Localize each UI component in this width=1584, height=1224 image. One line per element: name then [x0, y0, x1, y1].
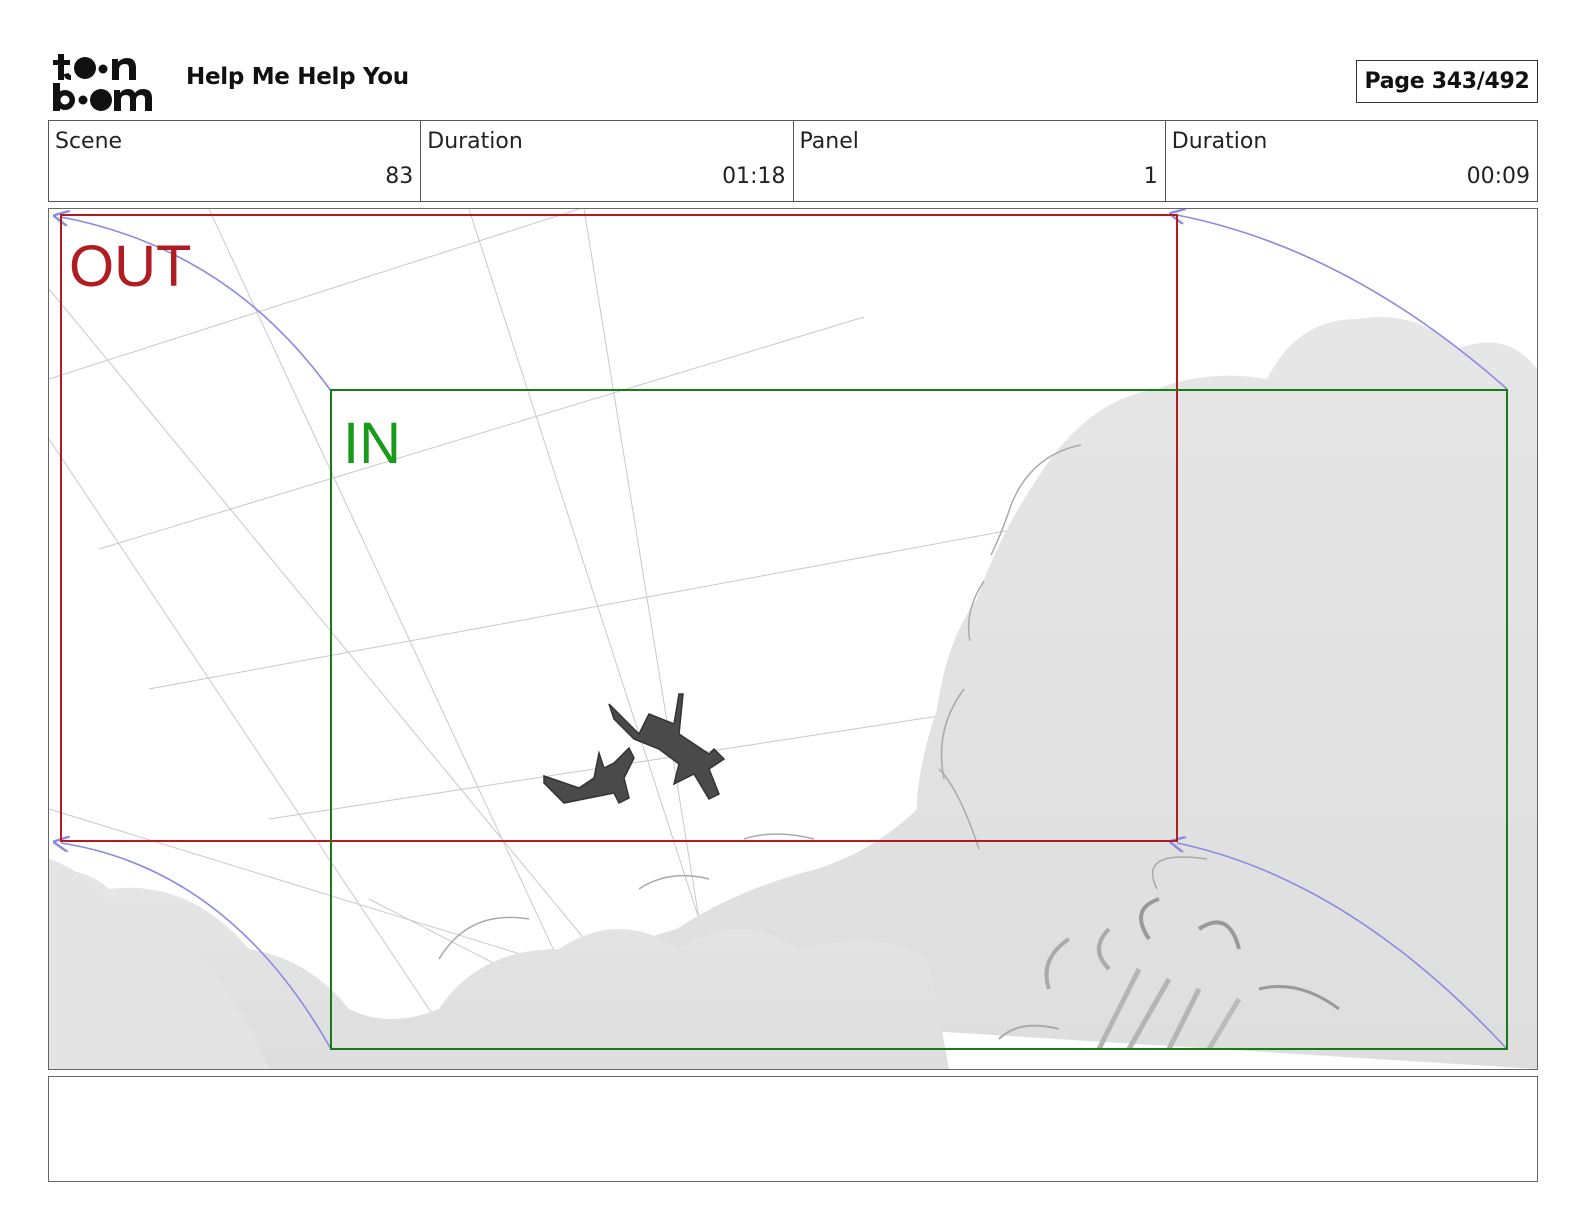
toon-boom-logo [52, 50, 164, 112]
panel-cell: Panel 1 [794, 121, 1166, 201]
scene-duration-value: 01:18 [722, 164, 786, 189]
panel-sketch: OUT IN [49, 209, 1537, 1069]
scene-info-table: Scene 83 Duration 01:18 Panel 1 Duration… [48, 120, 1538, 202]
scene-value: 83 [385, 164, 414, 189]
storyboard-page: Help Me Help You Page 343/492 Scene 83 D… [0, 0, 1584, 1224]
panel-duration-label: Duration [1171, 129, 1268, 154]
clouds [49, 317, 1537, 1069]
scene-cell: Scene 83 [49, 121, 422, 201]
falling-figures [543, 693, 726, 805]
panel-value: 1 [1143, 164, 1158, 189]
in-label: IN [343, 411, 401, 476]
out-label: OUT [69, 234, 191, 299]
storyboard-panel: OUT IN [48, 208, 1538, 1070]
scene-label: Scene [55, 129, 123, 154]
panel-notes [48, 1076, 1538, 1182]
page-number: Page 343/492 [1356, 60, 1538, 103]
scene-duration-label: Duration [427, 129, 523, 154]
scene-duration-cell: Duration 01:18 [421, 121, 794, 201]
panel-label: Panel [799, 129, 859, 154]
project-title: Help Me Help You [186, 64, 409, 90]
panel-duration-cell: Duration 00:09 [1166, 121, 1537, 201]
panel-duration-value: 00:09 [1466, 164, 1530, 189]
